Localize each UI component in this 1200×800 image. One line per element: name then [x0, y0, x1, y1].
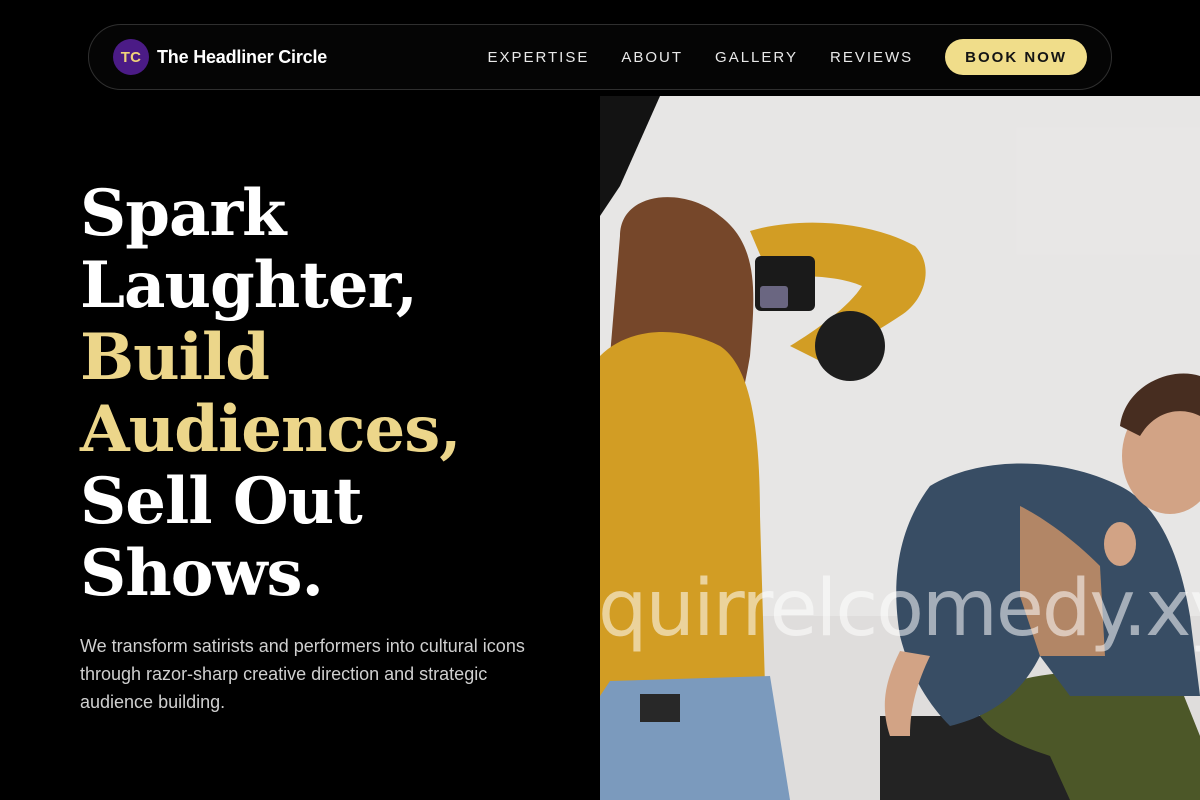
book-now-button[interactable]: BOOK NOW — [945, 39, 1087, 75]
hero-title-line-accent: Audiences, — [80, 392, 462, 467]
hero-title-line: Laughter, — [80, 248, 418, 323]
photoshoot-illustration — [600, 96, 1200, 800]
hero-photo: quirrelcomedy.xy — [600, 96, 1200, 800]
brand-name[interactable]: The Headliner Circle — [157, 47, 327, 68]
nav-link-about[interactable]: ABOUT — [621, 49, 683, 66]
nav-link-expertise[interactable]: EXPERTISE — [487, 49, 589, 66]
hero-title-line-accent: Build — [80, 320, 270, 395]
hero-title-line: Spark — [80, 176, 287, 251]
hero-title-line: Shows. — [80, 536, 324, 611]
top-nav: TC The Headliner Circle EXPERTISE ABOUT … — [88, 24, 1112, 90]
hero-subtitle: We transform satirists and performers in… — [80, 636, 525, 712]
nav-links: EXPERTISE ABOUT GALLERY REVIEWS BOOK NOW — [487, 39, 1087, 75]
hero-title: Spark Laughter, Build Audiences, Sell Ou… — [80, 178, 580, 610]
nav-link-reviews[interactable]: REVIEWS — [830, 49, 913, 66]
logo-badge[interactable]: TC — [113, 39, 149, 75]
watermark-text: quirrelcomedy.xy — [600, 564, 1200, 654]
hero-title-line: Sell Out — [80, 464, 363, 539]
nav-link-gallery[interactable]: GALLERY — [715, 49, 798, 66]
